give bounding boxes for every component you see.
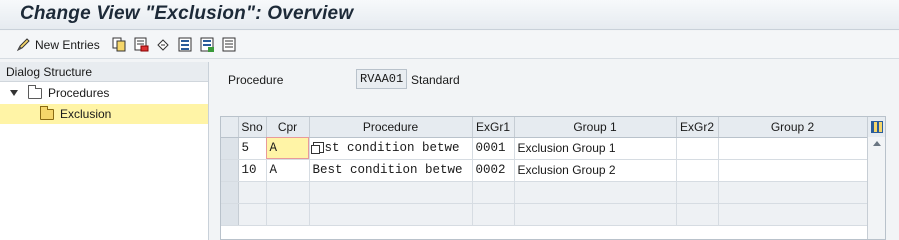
table-row: 10 A Best condition betwe 0002 Exclusion… [221,159,868,182]
row-selector[interactable] [221,137,239,160]
tree-item-procedures[interactable]: Procedures [0,83,208,103]
empty-cell [514,203,677,226]
open-folder-icon [40,105,54,120]
tree-item-label: Exclusion [60,107,112,121]
exclusion-table: Sno Cpr Procedure ExGr1 Group 1 ExGr2 Gr… [220,116,886,240]
vertical-scrollbar[interactable] [867,137,885,239]
new-entries-icon [16,37,31,52]
col-header-cpr[interactable]: Cpr [266,117,310,138]
copy-icon[interactable] [310,142,324,155]
select-all-rows-cell[interactable] [221,117,239,138]
empty-cell [238,203,267,226]
dialog-structure-header: Dialog Structure [0,62,208,82]
empty-cell [238,181,267,204]
select-block-icon [200,37,215,52]
table-header-row: Sno Cpr Procedure ExGr1 Group 1 ExGr2 Gr… [221,117,868,138]
empty-cell [472,181,515,204]
cell-procedure-text: st condition betwe [324,141,460,155]
empty-cell [472,203,515,226]
col-header-group2[interactable]: Group 2 [718,117,868,138]
undo-change-button[interactable] [156,36,171,53]
cell-procedure: Best condition betwe [309,159,473,182]
empty-cell [676,203,719,226]
col-header-exgr2[interactable]: ExGr2 [676,117,719,138]
cell-procedure: st condition betwe [309,137,473,160]
dialog-structure-pane: Dialog Structure Procedures Exclusion [0,62,209,240]
col-header-group1[interactable]: Group 1 [514,117,677,138]
tree-item-label: Procedures [48,86,110,100]
empty-cell [514,181,677,204]
cell-exgr2-input[interactable] [676,159,719,182]
title-bar: Change View "Exclusion": Overview [0,0,899,30]
table-settings-button[interactable] [867,117,885,137]
empty-cell [718,203,868,226]
col-header-exgr1[interactable]: ExGr1 [472,117,515,138]
page-title: Change View "Exclusion": Overview [20,3,354,24]
cell-exgr1[interactable]: 0001 [472,137,515,160]
cell-exgr1[interactable]: 0002 [472,159,515,182]
main-area: Procedure RVAA01 Standard Sno Cpr Proced… [212,62,899,240]
expand-triangle-icon[interactable] [10,90,18,96]
copy-as-icon [112,37,127,52]
new-entries-label: New Entries [35,37,100,52]
empty-cell [676,181,719,204]
procedure-value: RVAA01 [356,69,408,89]
toolbar: New Entries [0,31,899,59]
cell-group1: Exclusion Group 1 [514,137,677,160]
table-row-empty [221,203,868,226]
cell-group1: Exclusion Group 2 [514,159,677,182]
col-header-sno[interactable]: Sno [238,117,267,138]
cell-cpr-input[interactable]: A [266,137,310,160]
table-settings-icon [870,121,883,133]
empty-cell [718,181,868,204]
copy-as-button[interactable] [112,36,127,53]
delete-button[interactable] [134,36,149,53]
undo-change-icon [156,37,171,52]
col-header-procedure[interactable]: Procedure [309,117,473,138]
cell-group2 [718,159,868,182]
folder-icon [28,84,42,99]
select-all-icon [178,37,193,52]
cell-sno: 10 [238,159,267,182]
select-block-button[interactable] [200,36,215,53]
cell-group2 [718,137,868,160]
delete-icon [134,37,149,52]
row-selector[interactable] [221,159,239,182]
deselect-all-icon [222,37,237,52]
cell-exgr2-input[interactable] [676,137,719,160]
empty-cell [309,181,473,204]
select-all-button[interactable] [178,36,193,53]
table-row: 5 A st condition betwe 0001 Exclusion Gr… [221,137,868,160]
empty-cell [266,203,310,226]
cell-cpr-input[interactable]: A [266,159,310,182]
procedure-description: Standard [411,73,460,87]
tree-item-exclusion[interactable]: Exclusion [0,104,208,124]
new-entries-button[interactable]: New Entries [16,36,100,53]
row-selector[interactable] [221,203,239,226]
procedure-label: Procedure [228,73,284,87]
cell-sno: 5 [238,137,267,160]
deselect-all-button[interactable] [222,36,237,53]
empty-cell [266,181,310,204]
empty-cell [309,203,473,226]
row-selector[interactable] [221,181,239,204]
table-row-empty [221,181,868,204]
scroll-up-icon[interactable] [873,141,881,146]
